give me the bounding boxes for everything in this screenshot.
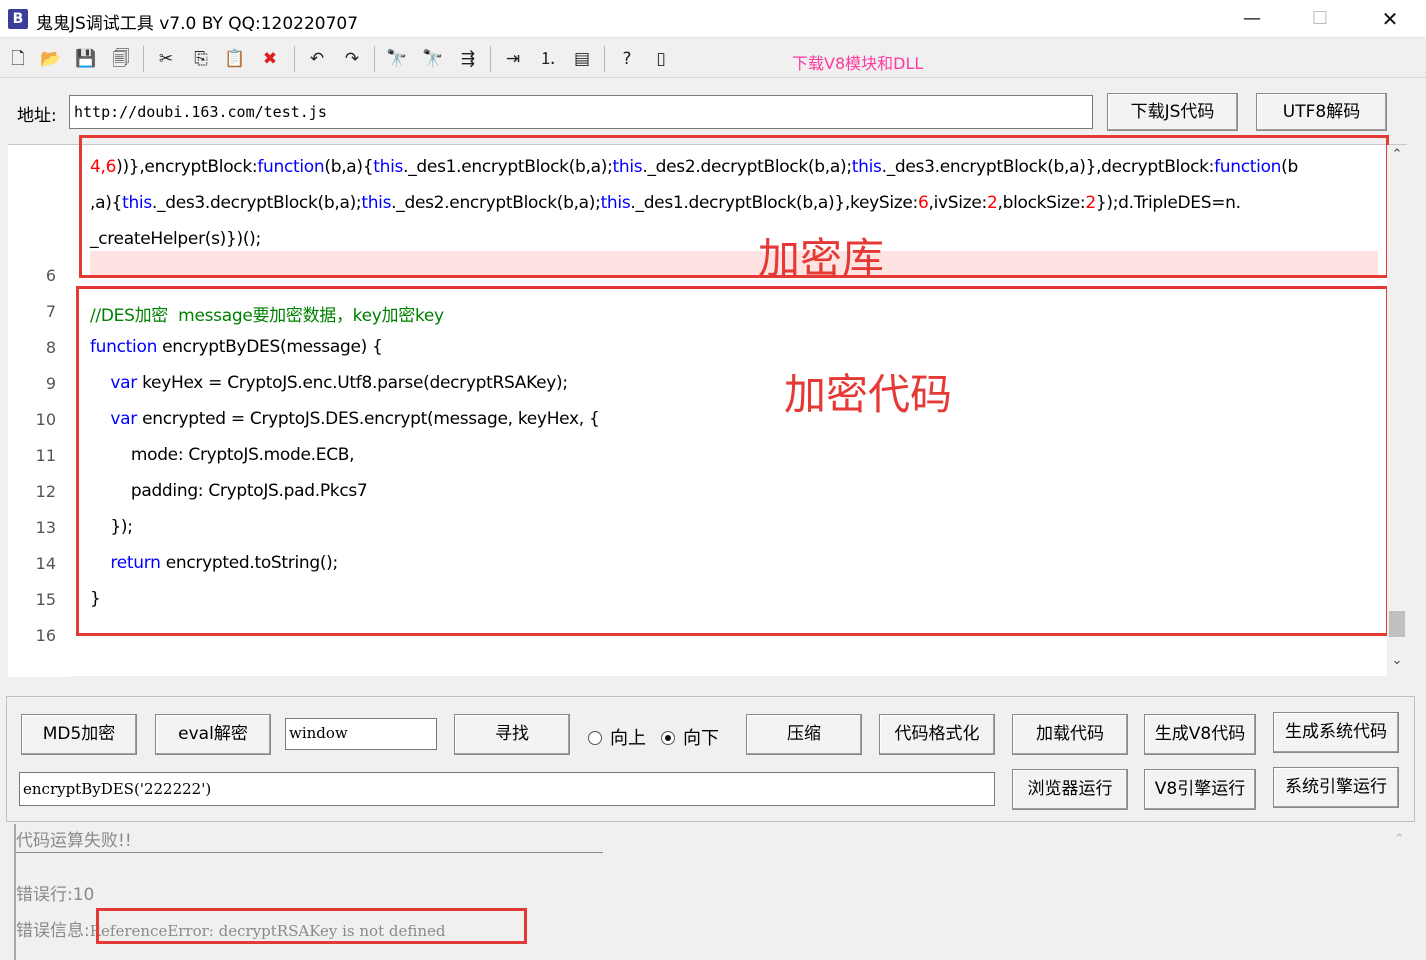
line-number: 6 — [45, 266, 56, 285]
library-highlight-box — [79, 135, 1389, 278]
output-panel: 代码运算失败!! 错误行:10 错误信息:ReferenceError: dec… — [14, 824, 1408, 960]
toolbar-separator — [490, 46, 491, 72]
line-number: 16 — [35, 626, 56, 645]
system-run-button[interactable]: 系统引擎运行 — [1273, 767, 1399, 808]
line-number: 10 — [35, 410, 56, 429]
title-bar: B 鬼鬼JS调试工具 v7.0 BY QQ:120220707 — ☐ ✕ — [0, 0, 1426, 38]
v8-run-button[interactable]: V8引擎运行 — [1144, 769, 1256, 810]
browser-run-button[interactable]: 浏览器运行 — [1012, 769, 1128, 810]
find-button[interactable]: 寻找 — [454, 714, 570, 755]
error-line-label: 错误行: — [16, 885, 73, 905]
indent-icon[interactable]: ⇥ — [500, 46, 526, 72]
save-icon[interactable]: 💾 — [73, 46, 99, 72]
error-info-label: 错误信息: — [16, 921, 90, 941]
line-number: 15 — [35, 590, 56, 609]
line-number: 14 — [35, 554, 56, 573]
compress-button[interactable]: 压缩 — [746, 714, 862, 755]
find-icon[interactable]: 🔭 — [384, 46, 410, 72]
library-annotation: 加密库 — [758, 234, 885, 283]
copy-icon[interactable]: ⎘ — [188, 46, 214, 72]
md5-encrypt-button[interactable]: MD5加密 — [21, 714, 137, 755]
code-annotation: 加密代码 — [784, 370, 953, 419]
line-number: 7 — [45, 302, 56, 321]
radio-down-label: 向下 — [683, 728, 719, 749]
radio-up-indicator[interactable] — [588, 731, 602, 745]
address-input[interactable]: http://doubi.163.com/test.js — [69, 95, 1093, 129]
toolbar-separator — [604, 46, 605, 72]
cut-icon[interactable]: ✂ — [153, 46, 179, 72]
undo-icon[interactable]: ↶ — [304, 46, 330, 72]
radio-down-indicator[interactable] — [661, 731, 675, 745]
find-input[interactable]: window — [285, 718, 437, 750]
line-number: 8 — [45, 338, 56, 357]
save-all-icon[interactable]: 🗐 — [108, 46, 134, 72]
utf8-decode-button[interactable]: UTF8解码 — [1256, 93, 1387, 131]
replace-icon[interactable]: ⇶ — [455, 46, 481, 72]
numbered-list-icon[interactable]: ⒈ — [535, 46, 561, 72]
error-line-row: 错误行:10 — [16, 880, 94, 905]
code-editor[interactable]: 6 7 8 9 10 11 12 13 14 15 16 4,6))},encryptBlock:f… — [8, 135, 1407, 677]
panel-icon[interactable]: ▯ — [648, 46, 674, 72]
new-file-icon[interactable]: 🗋 — [5, 46, 31, 72]
scroll-up-icon[interactable]: ⌃ — [1389, 147, 1405, 162]
call-expression-input[interactable]: encryptByDES('222222') — [19, 772, 995, 806]
download-v8-link[interactable]: 下载V8模块和DLL — [792, 50, 923, 74]
close-button[interactable]: ✕ — [1355, 0, 1425, 38]
paste-icon[interactable]: 📋 — [222, 46, 248, 72]
find-next-icon[interactable]: 🔭 — [420, 46, 446, 72]
radio-up-label: 向上 — [610, 728, 646, 749]
line-number-gutter: 6 7 8 9 10 11 12 13 14 15 16 — [8, 145, 70, 677]
line-number: 11 — [35, 446, 56, 465]
output-scroll-up-icon[interactable]: ⌃ — [1394, 832, 1405, 847]
download-js-button[interactable]: 下载JS代码 — [1107, 93, 1238, 131]
line-number: 12 — [35, 482, 56, 501]
scroll-down-icon[interactable]: ⌄ — [1389, 653, 1405, 668]
format-code-button[interactable]: 代码格式化 — [879, 714, 995, 755]
editor-scrollbar[interactable]: ⌃ ⌄ — [1387, 145, 1407, 677]
line-number: 13 — [35, 518, 56, 537]
toolbar-separator — [374, 46, 375, 72]
help-icon[interactable]: ? — [614, 46, 640, 72]
code-highlight-box — [76, 286, 1389, 636]
scroll-thumb[interactable] — [1389, 611, 1405, 637]
toolbar: 🗋 📂 💾 🗐 ✂ ⎘ 📋 ✖ ↶ ↷ 🔭 🔭 ⇶ ⇥ ⒈ ▤? ▯ 下载V8模块和DLL — [0, 40, 1426, 78]
error-highlight-box — [96, 908, 527, 944]
eval-decrypt-button[interactable]: eval解密 — [155, 714, 271, 755]
app-icon: B — [8, 9, 28, 29]
output-status: 代码运算失败!! — [16, 831, 132, 851]
window-title: 鬼鬼JS调试工具 v7.0 BY QQ:120220707 — [36, 14, 359, 34]
delete-icon[interactable]: ✖ — [257, 46, 283, 72]
toolbar-separator — [143, 46, 144, 72]
generate-system-button[interactable]: 生成系统代码 — [1273, 712, 1399, 753]
address-label: 地址: — [17, 106, 57, 126]
generate-v8-button[interactable]: 生成V8代码 — [1144, 714, 1256, 755]
toolbar-separator — [294, 46, 295, 72]
window-icon[interactable]: ▤ — [569, 46, 595, 72]
radio-down[interactable]: 向下 — [661, 724, 719, 750]
redo-icon[interactable]: ↷ — [339, 46, 365, 72]
maximize-button[interactable]: ☐ — [1285, 0, 1355, 38]
radio-up[interactable]: 向上 — [588, 724, 646, 750]
error-line-value: 10 — [72, 885, 95, 905]
line-number: 9 — [45, 374, 56, 393]
open-folder-icon[interactable]: 📂 — [38, 46, 64, 72]
minimize-button[interactable]: — — [1217, 0, 1287, 38]
load-code-button[interactable]: 加载代码 — [1012, 714, 1128, 755]
output-divider — [16, 852, 603, 853]
